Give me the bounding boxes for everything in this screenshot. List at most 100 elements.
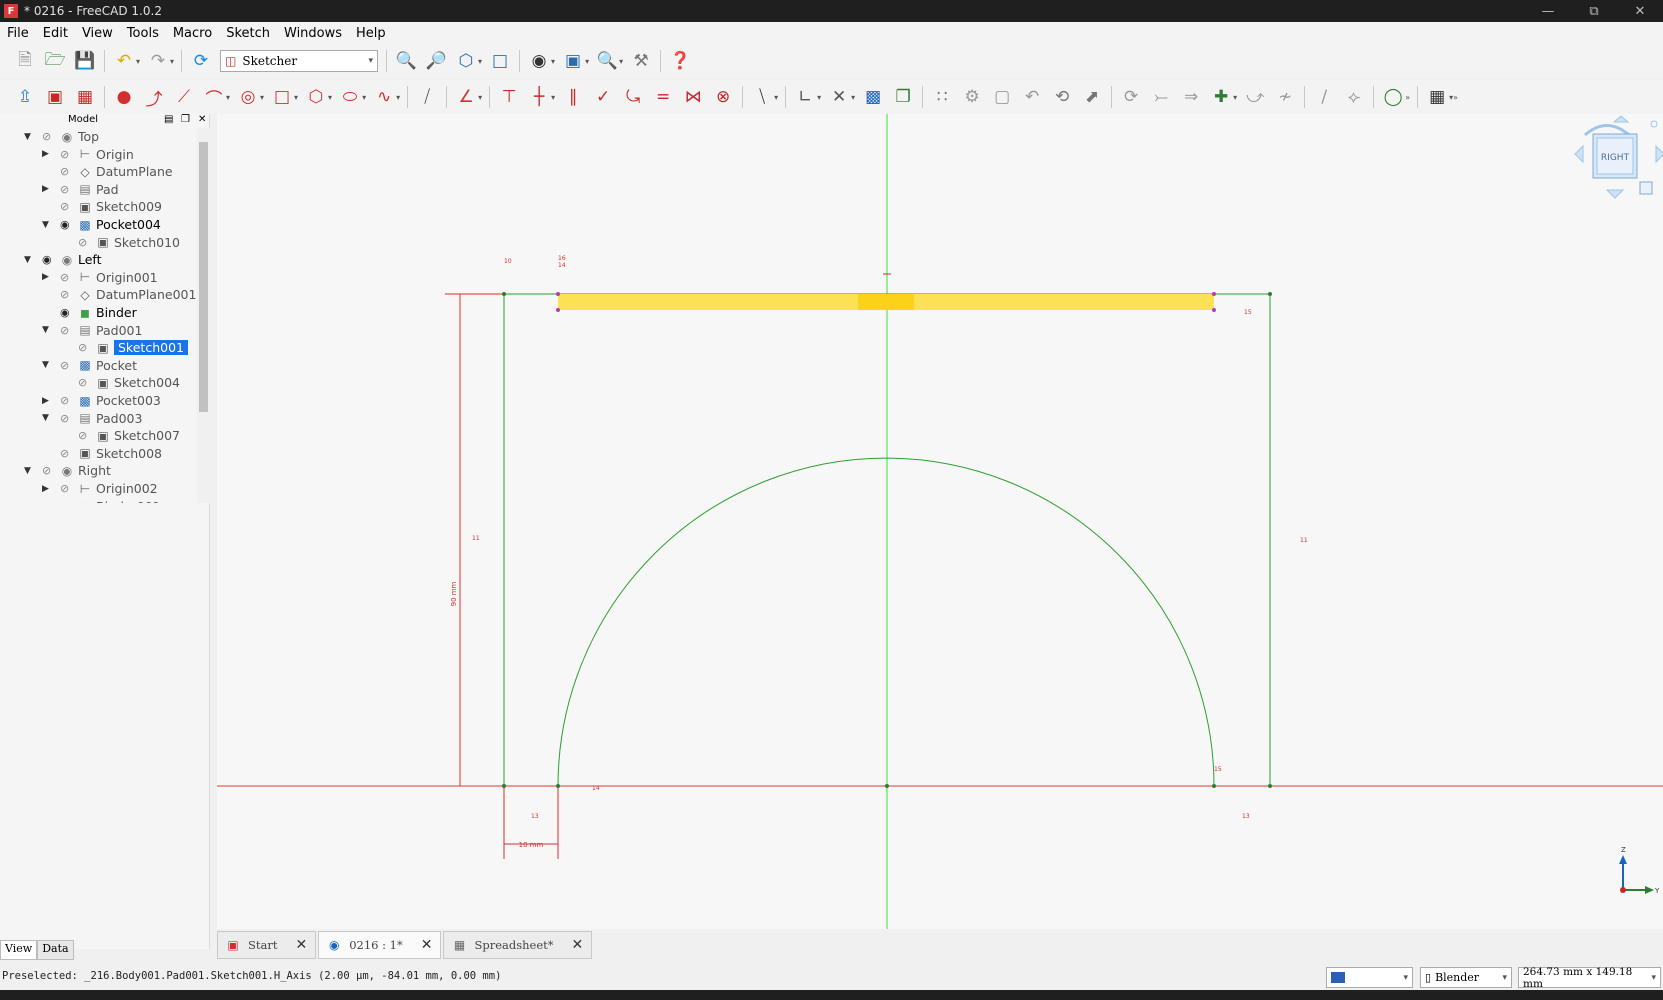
tree-item[interactable]: ▶ ⊘ ▤ Pad (0, 181, 197, 198)
switch-virtual-icon[interactable]: ∕ (1312, 85, 1336, 109)
hidden-eye-icon[interactable]: ⊘ (60, 183, 74, 196)
constrain-symmetric-icon[interactable]: ⋈ (681, 85, 705, 109)
carbon-copy-icon[interactable]: ▩ (861, 85, 885, 109)
tree-item[interactable]: ▼ ⊘ ▤ Pad001 (0, 322, 197, 339)
expand-arrow-right-icon[interactable]: ▶ (42, 484, 52, 494)
point-icon[interactable]: ● (112, 85, 136, 109)
undo-icon[interactable]: ↶ (112, 49, 136, 73)
restore-icon[interactable]: ⬈ (1080, 85, 1104, 109)
menu-macro[interactable]: Macro (166, 26, 219, 41)
polygon-icon[interactable]: ⬡ (304, 85, 328, 109)
tree-item[interactable]: ⊘ ◇ DatumPlane001 (0, 286, 197, 303)
hidden-eye-icon[interactable]: ⊘ (60, 412, 74, 425)
trim-icon[interactable]: ∟ (793, 85, 817, 109)
arc-icon[interactable]: ⌒ (202, 85, 226, 110)
tree-item[interactable]: ▼ ⊘ ◉ Right (0, 462, 197, 479)
constrain-tangent-icon[interactable]: ⤿ (621, 85, 645, 109)
array-icon[interactable]: ✚ (1209, 85, 1233, 109)
rectangle-icon[interactable]: □ (270, 85, 294, 109)
tree-scrollbar[interactable] (197, 128, 210, 503)
hidden-eye-icon[interactable]: ⊘ (42, 464, 56, 477)
menu-tools[interactable]: Tools (120, 26, 166, 41)
polyline-icon[interactable]: ⤴ (142, 85, 166, 110)
draw-style-selector[interactable]: ▾ (1326, 967, 1413, 988)
hidden-eye-icon[interactable]: ⊘ (78, 376, 92, 389)
tree-item[interactable]: ◉ ◼ Binder (0, 304, 197, 321)
hidden-eye-icon[interactable]: ⊘ (78, 341, 92, 354)
expand-arrow-down-icon[interactable]: ▼ (24, 466, 34, 476)
hidden-eye-icon[interactable]: ⊘ (78, 429, 92, 442)
refresh-icon[interactable]: ⟳ (189, 49, 213, 73)
offset-icon[interactable]: ❐ (891, 85, 915, 109)
minimize-button[interactable]: — (1525, 0, 1571, 22)
split-icon[interactable]: ✕ (827, 85, 851, 109)
external-geometry-icon[interactable]: ⧸ (415, 85, 439, 109)
tree-item[interactable]: ▶ ⊘ ▩ Pocket003 (0, 392, 197, 409)
select-redundant-icon[interactable]: ▢ (990, 85, 1014, 109)
select-origin-icon[interactable]: ⚙ (960, 85, 984, 109)
expand-arrow-right-icon[interactable]: ▶ (42, 396, 52, 406)
save-document-icon[interactable]: 💾 (73, 49, 97, 73)
dimension-tool-icon[interactable]: ⚒ (629, 49, 653, 73)
redo-icon[interactable]: ↷ (146, 49, 170, 73)
view-sketch-icon[interactable]: ▣ (43, 85, 67, 109)
tree-item[interactable]: ▼ ⊘ ▤ Pad003 (0, 410, 197, 427)
tab-spreadsheet[interactable]: ▦ Spreadsheet* ✕ (443, 931, 593, 959)
view-dimensions[interactable]: 264.73 mm x 149.18 mm ▾ (1518, 966, 1661, 990)
fit-all-icon[interactable]: 🔍 (394, 49, 418, 73)
3d-viewport[interactable]: 90 mm 10 mm 10 16 14 15 11 11 14 13 13 1… (217, 114, 1663, 929)
clone-icon[interactable]: ≁ (1273, 85, 1297, 109)
constrain-perpendicular-icon[interactable]: ✓ (591, 85, 615, 109)
expand-arrow-down-icon[interactable]: ▼ (24, 255, 34, 265)
menu-sketch[interactable]: Sketch (219, 26, 277, 41)
scale-icon[interactable]: ⤚ (1149, 85, 1173, 109)
expand-arrow-right-icon[interactable]: ▶ (42, 149, 52, 159)
panel-close-icon[interactable]: ✕ (198, 114, 206, 125)
expand-arrow-right-icon[interactable]: ▶ (42, 272, 52, 282)
bounding-box-icon[interactable]: □ (488, 49, 512, 73)
select-constraints-icon[interactable]: ∷ (930, 85, 954, 109)
hidden-eye-icon[interactable]: ⊘ (42, 130, 56, 143)
tree-item[interactable]: ▶ ⊘ ⊢ Origin (0, 146, 197, 163)
tree-item[interactable]: ▼ ⊘ ◉ Top (0, 128, 197, 145)
hidden-eye-icon[interactable]: ⊘ (60, 200, 74, 213)
circle-icon[interactable]: ◎ (236, 85, 260, 109)
hidden-eye-icon[interactable]: ⊘ (60, 148, 74, 161)
tab-view[interactable]: View (0, 940, 38, 960)
tree-item[interactable]: ⊘ ▣ Sketch009 (0, 198, 197, 215)
hidden-eye-icon[interactable]: ⊘ (60, 394, 74, 407)
move-icon[interactable]: ⇒ (1179, 85, 1203, 109)
menu-view[interactable]: View (75, 26, 120, 41)
visibility-eye-icon[interactable]: ◉ (60, 306, 74, 319)
view-section-icon[interactable]: ▦ (73, 85, 97, 109)
close-tab-icon[interactable]: ✕ (421, 937, 433, 953)
menu-windows[interactable]: Windows (277, 26, 349, 41)
visibility-eye-icon[interactable]: ◉ (60, 218, 74, 231)
constrain-block-icon[interactable]: ⊗ (711, 85, 735, 109)
tab-data[interactable]: Data (37, 940, 74, 960)
constrain-equal-icon[interactable]: = (651, 85, 675, 109)
menu-file[interactable]: File (0, 26, 36, 41)
tree-item[interactable]: ⊘ ▣ Sketch004 (0, 374, 197, 391)
select-conflicting-icon[interactable]: ↶ (1020, 85, 1044, 109)
bspline-icon[interactable]: ∿ (372, 85, 396, 109)
tree-item[interactable]: ▼ ◉ ◉ Left (0, 251, 197, 268)
hidden-eye-icon[interactable]: ⊘ (60, 447, 74, 460)
tree-item[interactable]: ▼ ⊘ ▩ Pocket (0, 357, 197, 374)
expand-arrow-down-icon[interactable]: ▼ (42, 360, 52, 370)
tree-item[interactable]: ⊘ ▣ Sketch010 (0, 234, 197, 251)
constrain-parallel-icon[interactable]: ∥ (561, 85, 585, 109)
expand-arrow-right-icon[interactable]: ▶ (42, 184, 52, 194)
color-wheel-icon[interactable]: ◯ (1381, 85, 1405, 109)
leave-sketch-icon[interactable]: ⇫ (13, 85, 37, 109)
std-views-icon[interactable]: ▣ (561, 49, 585, 73)
menu-help[interactable]: Help (349, 26, 393, 41)
hidden-eye-icon[interactable]: ⊘ (60, 500, 74, 503)
panel-menu-icon[interactable]: ▤ (164, 114, 173, 125)
close-tab-icon[interactable]: ✕ (295, 937, 307, 953)
workbench-selector[interactable]: ◫ Sketcher ▾ (220, 50, 379, 72)
tree-item[interactable]: ⊘ ▣ Sketch007 (0, 427, 197, 444)
hidden-eye-icon[interactable]: ⊘ (60, 271, 74, 284)
navigation-style-selector[interactable]: ▯ Blender ▾ (1420, 967, 1512, 988)
hidden-eye-icon[interactable]: ⊘ (60, 359, 74, 372)
